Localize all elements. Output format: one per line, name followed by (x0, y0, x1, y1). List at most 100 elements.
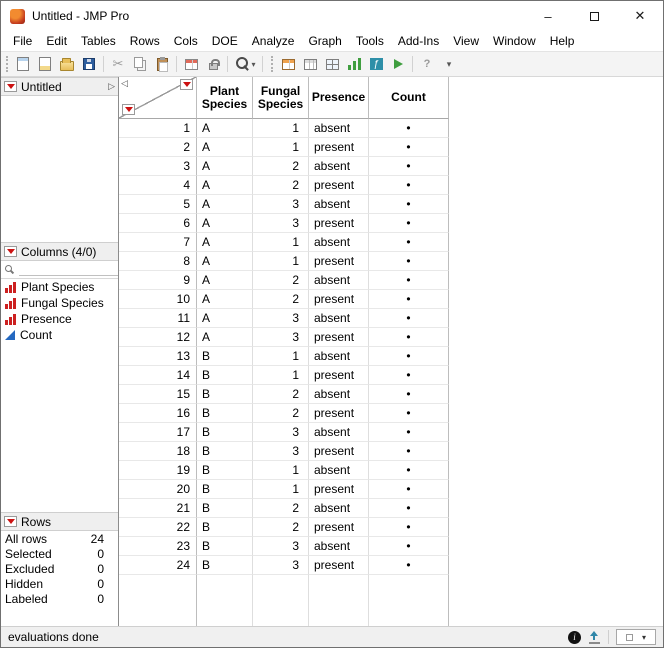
cell-fungal[interactable]: 1 (253, 480, 309, 499)
cell-fungal[interactable]: 3 (253, 537, 309, 556)
cell-plant[interactable]: A (197, 271, 253, 290)
row-number[interactable]: 11 (119, 309, 197, 328)
summary-icon[interactable] (299, 53, 321, 75)
cell-plant[interactable]: B (197, 461, 253, 480)
cell-count[interactable]: • (369, 119, 449, 138)
cell-count[interactable]: • (369, 518, 449, 537)
cell-count[interactable]: • (369, 385, 449, 404)
cell-count[interactable]: • (369, 176, 449, 195)
row-number[interactable]: 17 (119, 423, 197, 442)
cell-presence[interactable]: absent (309, 347, 369, 366)
overflow-icon[interactable]: ▾ (438, 53, 460, 75)
cell-fungal[interactable]: 2 (253, 290, 309, 309)
column-header-plant-species[interactable]: Plant Species (197, 77, 253, 119)
column-item-presence[interactable]: Presence (1, 311, 118, 327)
paste-icon[interactable] (151, 53, 173, 75)
cell-plant[interactable]: A (197, 328, 253, 347)
row-number[interactable]: 3 (119, 157, 197, 176)
cell-count[interactable]: • (369, 233, 449, 252)
cell-count[interactable]: • (369, 499, 449, 518)
cell-presence[interactable]: absent (309, 271, 369, 290)
cell-presence[interactable]: present (309, 556, 369, 575)
graph-builder-icon[interactable] (343, 53, 365, 75)
menu-tools[interactable]: Tools (349, 32, 391, 50)
cell-plant[interactable]: A (197, 138, 253, 157)
cell-plant[interactable]: B (197, 423, 253, 442)
cell-plant[interactable]: A (197, 309, 253, 328)
cell-fungal[interactable]: 1 (253, 347, 309, 366)
cell-plant[interactable]: A (197, 290, 253, 309)
cell-plant[interactable]: B (197, 404, 253, 423)
cell-fungal[interactable]: 3 (253, 309, 309, 328)
columns-search-input[interactable] (19, 263, 118, 276)
cell-presence[interactable]: absent (309, 461, 369, 480)
cell-presence[interactable]: present (309, 366, 369, 385)
rows-menu-icon[interactable] (122, 104, 135, 115)
cell-count[interactable]: • (369, 461, 449, 480)
row-number[interactable]: 16 (119, 404, 197, 423)
menu-view[interactable]: View (446, 32, 486, 50)
column-header-presence[interactable]: Presence (309, 77, 369, 119)
cell-plant[interactable]: B (197, 537, 253, 556)
cell-count[interactable]: • (369, 366, 449, 385)
cell-presence[interactable]: absent (309, 385, 369, 404)
cell-fungal[interactable]: 2 (253, 499, 309, 518)
status-dropdown[interactable]: ▾ (616, 629, 656, 645)
new-journal-icon[interactable] (34, 53, 56, 75)
run-script-icon[interactable] (387, 53, 409, 75)
cell-presence[interactable]: absent (309, 537, 369, 556)
lock-icon[interactable] (202, 53, 224, 75)
menu-add-ins[interactable]: Add-Ins (391, 32, 446, 50)
collapse-sidebar-icon[interactable]: ◁ (121, 78, 128, 89)
cell-presence[interactable]: present (309, 442, 369, 461)
cell-count[interactable]: • (369, 404, 449, 423)
menu-edit[interactable]: Edit (39, 32, 74, 50)
row-number[interactable]: 18 (119, 442, 197, 461)
cell-count[interactable]: • (369, 252, 449, 271)
row-number[interactable]: 10 (119, 290, 197, 309)
cell-plant[interactable]: A (197, 214, 253, 233)
cell-presence[interactable]: present (309, 176, 369, 195)
cell-count[interactable]: • (369, 423, 449, 442)
cell-count[interactable]: • (369, 157, 449, 176)
row-number[interactable]: 19 (119, 461, 197, 480)
cell-fungal[interactable]: 2 (253, 385, 309, 404)
row-number[interactable]: 21 (119, 499, 197, 518)
cell-count[interactable]: • (369, 480, 449, 499)
maximize-button[interactable] (571, 1, 617, 31)
cell-fungal[interactable]: 3 (253, 195, 309, 214)
cell-presence[interactable]: present (309, 480, 369, 499)
cell-fungal[interactable]: 3 (253, 423, 309, 442)
menu-graph[interactable]: Graph (301, 32, 348, 50)
cell-plant[interactable]: B (197, 366, 253, 385)
cell-plant[interactable]: B (197, 442, 253, 461)
menu-help[interactable]: Help (543, 32, 582, 50)
cell-presence[interactable]: present (309, 214, 369, 233)
cell-fungal[interactable]: 3 (253, 556, 309, 575)
cell-presence[interactable]: present (309, 138, 369, 157)
menu-window[interactable]: Window (486, 32, 543, 50)
cell-fungal[interactable]: 1 (253, 461, 309, 480)
menu-file[interactable]: File (6, 32, 39, 50)
row-number[interactable]: 7 (119, 233, 197, 252)
cell-presence[interactable]: absent (309, 499, 369, 518)
cell-plant[interactable]: B (197, 385, 253, 404)
cell-fungal[interactable]: 3 (253, 442, 309, 461)
cell-count[interactable]: • (369, 556, 449, 575)
column-item-plant-species[interactable]: Plant Species (1, 279, 118, 295)
cell-presence[interactable]: present (309, 328, 369, 347)
column-item-fungal-species[interactable]: Fungal Species (1, 295, 118, 311)
cell-fungal[interactable]: 1 (253, 138, 309, 157)
rows-red-triangle-icon[interactable] (4, 516, 17, 527)
cell-plant[interactable]: A (197, 233, 253, 252)
open-file-icon[interactable] (56, 53, 78, 75)
cell-presence[interactable]: present (309, 290, 369, 309)
cell-plant[interactable]: A (197, 119, 253, 138)
cell-count[interactable]: • (369, 271, 449, 290)
cell-count[interactable]: • (369, 442, 449, 461)
cell-count[interactable]: • (369, 347, 449, 366)
cell-fungal[interactable]: 1 (253, 366, 309, 385)
cell-presence[interactable]: absent (309, 195, 369, 214)
cell-fungal[interactable]: 2 (253, 157, 309, 176)
cell-count[interactable]: • (369, 195, 449, 214)
